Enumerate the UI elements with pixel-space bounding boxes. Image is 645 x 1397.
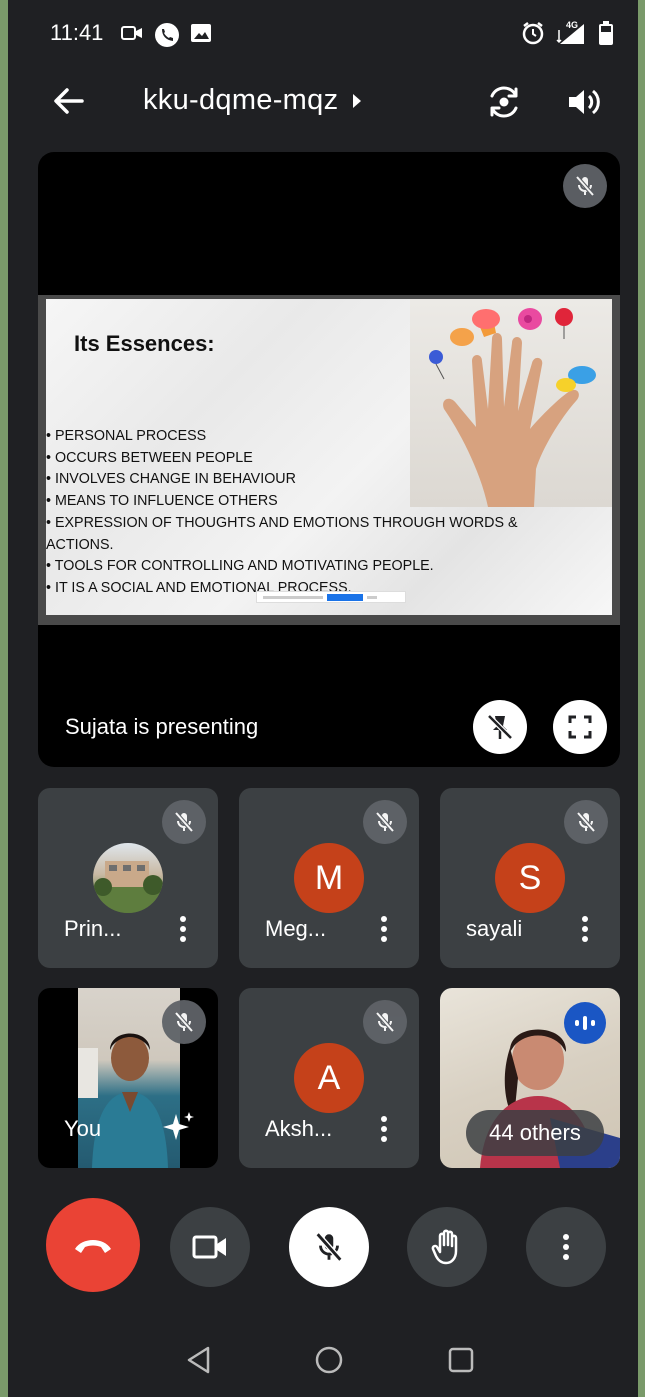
switch-camera-icon[interactable] [484,82,524,122]
participant-tile[interactable]: A Aksh... [239,988,419,1168]
mic-off-icon [375,811,395,833]
unpin-icon [487,714,513,740]
end-call-button[interactable] [46,1198,140,1292]
more-options-button[interactable] [526,1207,606,1287]
effects-sparkle-icon[interactable] [162,1110,196,1144]
unpin-button[interactable] [473,700,527,754]
tile-mute-badge [162,1000,206,1044]
back-arrow-icon[interactable] [52,84,86,118]
system-nav-bar [8,1325,638,1397]
self-video-tile[interactable]: You [38,988,218,1168]
image-icon [191,24,211,42]
speaking-indicator [564,1002,606,1044]
participant-name: You [64,1116,102,1141]
tile-mute-badge [162,800,206,844]
meeting-title[interactable]: kku-dqme-mqz [143,84,362,117]
participant-tile[interactable]: Prin... [38,788,218,968]
others-tile[interactable]: 44 others [440,988,620,1168]
participant-name: Aksh... [265,1116,333,1141]
mic-off-icon [174,811,194,833]
presentation-mute-badge [563,164,607,208]
more-vert-icon[interactable] [377,914,391,944]
tile-mute-badge [564,800,608,844]
participant-avatar: A [294,1043,364,1113]
alarm-icon [522,22,544,45]
slide-bullets: • PERSONAL PROCESS • OCCURS BETWEEN PEOP… [46,426,606,600]
mic-off-icon [375,1011,395,1033]
tile-mute-badge [363,800,407,844]
participant-name: Meg... [265,916,327,941]
presentation-tile[interactable]: Its Essences: • PERSONAL PROCESS • OCCUR… [38,152,620,767]
presenter-label: Sujata is presenting [65,714,259,739]
end-call-icon [75,1240,111,1253]
bullet-item: • MEANS TO INFLUENCE OTHERS [46,493,278,510]
more-vert-icon[interactable] [578,914,592,944]
status-time: 11:41 [50,20,104,45]
sharing-notice-bar [256,591,406,603]
fullscreen-icon [568,715,592,739]
raise-hand-button[interactable] [407,1207,487,1287]
mic-off-icon [315,1232,343,1262]
bullet-item: ACTIONS. [46,536,114,553]
network-badge: 4G [556,20,588,46]
signal-icon [556,24,584,44]
participant-avatar: M [294,843,364,913]
mic-off-icon [174,1011,194,1033]
bullet-item: • INVOLVES CHANGE IN BEHAVIOUR [46,471,296,488]
bullet-item: • PERSONAL PROCESS [46,428,207,444]
caret-right-icon [353,93,362,108]
video-camera-icon [192,1235,226,1259]
more-vert-icon[interactable] [176,914,190,944]
others-count-label: 44 others [466,1110,604,1156]
nav-back-icon[interactable] [184,1345,214,1375]
bullet-item: • OCCURS BETWEEN PEOPLE [46,449,253,466]
participant-avatar-photo [93,843,163,913]
bullet-item: • TOOLS FOR CONTROLLING AND MOTIVATING P… [46,558,434,575]
mic-off-icon [575,175,595,197]
video-record-icon [121,26,142,40]
status-bar: 11:41 4G [8,0,638,70]
mic-off-icon [576,811,596,833]
meeting-code: kku-dqme-mqz [143,84,339,116]
participant-name: sayali [466,916,523,941]
audio-wave-icon [575,1016,595,1030]
meeting-header: kku-dqme-mqz [8,70,638,134]
participant-tile[interactable]: M Meg... [239,788,419,968]
tile-mute-badge [363,1000,407,1044]
speaker-icon[interactable] [563,82,603,122]
shared-slide: Its Essences: • PERSONAL PROCESS • OCCUR… [38,295,620,625]
participant-tile[interactable]: S sayali [440,788,620,968]
mic-toggle-button[interactable] [289,1207,369,1287]
participant-avatar: S [495,843,565,913]
phone-icon [155,23,179,47]
participant-name: Prin... [64,916,122,941]
nav-home-icon[interactable] [314,1345,344,1375]
more-vert-icon [563,1234,569,1260]
phone-screen: 11:41 4G kku-dqme-mqz Its Essences: • PE… [8,0,638,1397]
hand-icon [431,1229,458,1265]
camera-toggle-button[interactable] [170,1207,250,1287]
more-vert-icon[interactable] [377,1114,391,1144]
fullscreen-button[interactable] [553,700,607,754]
slide-title: Its Essences: [74,331,215,356]
bullet-item: • EXPRESSION OF THOUGHTS AND EMOTIONS TH… [46,514,518,531]
battery-icon [599,21,613,45]
nav-recents-icon[interactable] [446,1345,476,1375]
